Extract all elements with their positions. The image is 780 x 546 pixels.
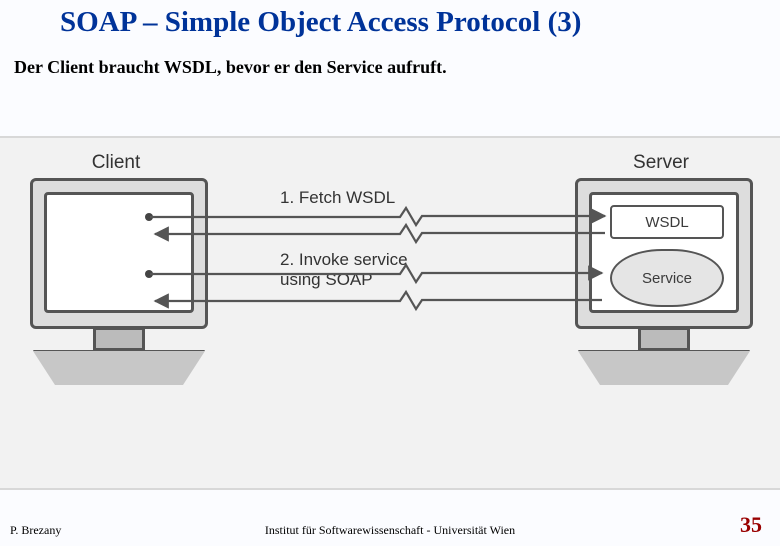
step-2-label-line2: using SOAP (280, 270, 373, 290)
client-connector-dot-1 (145, 213, 153, 221)
client-label: Client (30, 152, 202, 174)
page-number: 35 (740, 512, 762, 538)
wsdl-box: WSDL (610, 205, 724, 239)
server-label: Server (575, 152, 747, 174)
soap-diagram: Client Server WSDL Service 1. Fetch WSDL… (0, 136, 780, 490)
step-1-label: 1. Fetch WSDL (280, 188, 395, 208)
slide-title: SOAP – Simple Object Access Protocol (3) (60, 6, 780, 39)
service-box: Service (610, 249, 724, 307)
step-2-label-line1: 2. Invoke service (280, 250, 408, 270)
footer-institute: Institut für Softwarewissenschaft - Univ… (0, 523, 780, 538)
server-computer: Server WSDL Service (575, 178, 753, 385)
slide-subtitle: Der Client braucht WSDL, bevor er den Se… (14, 57, 780, 78)
client-computer: Client (30, 178, 208, 385)
client-connector-dot-2 (145, 270, 153, 278)
